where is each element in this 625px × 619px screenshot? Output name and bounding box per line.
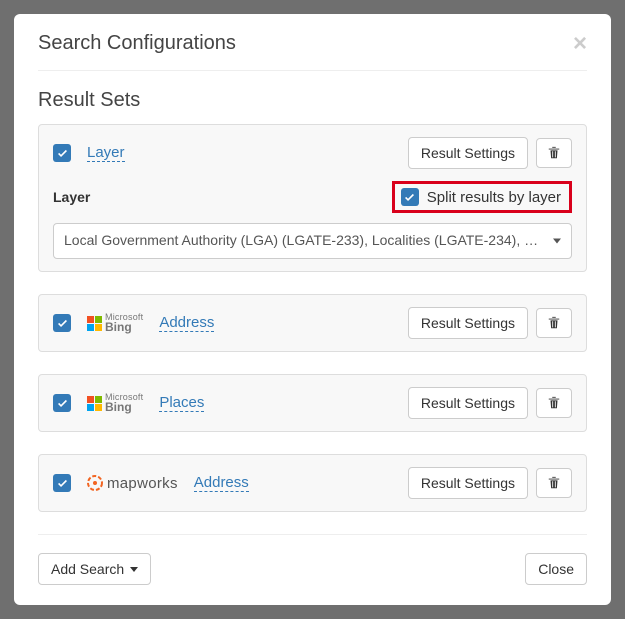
modal-footer: Add Search Close [38,534,587,585]
layer-dropdown-value: Local Government Authority (LGA) (LGATE-… [64,232,564,248]
delete-button[interactable] [536,468,572,498]
result-settings-button[interactable]: Result Settings [408,137,528,169]
mapworks-brand-text: mapworks [107,475,178,492]
address-link[interactable]: Address [159,314,214,332]
result-settings-button[interactable]: Result Settings [408,387,528,419]
trash-icon [547,396,561,410]
chevron-down-icon [130,567,138,572]
delete-button[interactable] [536,388,572,418]
enable-checkbox[interactable] [53,394,71,412]
layer-sub-label: Layer [53,189,90,205]
delete-button[interactable] [536,308,572,338]
search-configurations-modal: Search Configurations × Result Sets Laye… [14,14,611,605]
layer-link[interactable]: Layer [87,144,125,162]
bing-logo: Microsoft Bing [87,313,143,333]
modal-header: Search Configurations × [38,32,587,71]
split-results-checkbox[interactable] [401,188,419,206]
close-icon[interactable]: × [573,32,587,56]
mapworks-logo: mapworks [87,475,178,492]
result-settings-button[interactable]: Result Settings [408,467,528,499]
bing-brand-text: Microsoft Bing [105,313,143,333]
bing-logo: Microsoft Bing [87,393,143,413]
result-set-mapworks-address: mapworks Address Result Settings [38,454,587,512]
modal-title: Search Configurations [38,32,236,55]
places-link[interactable]: Places [159,394,204,412]
bing-brand-text: Microsoft Bing [105,393,143,413]
enable-checkbox[interactable] [53,474,71,492]
result-set-bing-address: Microsoft Bing Address Result Settings [38,294,587,352]
result-set-layer: Layer Result Settings Layer Split result… [38,124,587,272]
close-button[interactable]: Close [525,553,587,585]
microsoft-icon [87,396,102,411]
enable-checkbox[interactable] [53,314,71,332]
mapworks-icon [87,475,103,491]
trash-icon [547,476,561,490]
chevron-down-icon [553,239,561,244]
result-set-bing-places: Microsoft Bing Places Result Settings [38,374,587,432]
trash-icon [547,316,561,330]
trash-icon [547,146,561,160]
delete-button[interactable] [536,138,572,168]
split-results-label: Split results by layer [427,189,561,206]
section-title: Result Sets [38,89,587,112]
address-link[interactable]: Address [194,474,249,492]
layer-dropdown[interactable]: Local Government Authority (LGA) (LGATE-… [53,223,572,259]
add-search-label: Add Search [51,561,124,577]
add-search-button[interactable]: Add Search [38,553,151,585]
result-settings-button[interactable]: Result Settings [408,307,528,339]
split-results-highlight: Split results by layer [392,181,572,213]
enable-checkbox[interactable] [53,144,71,162]
microsoft-icon [87,316,102,331]
